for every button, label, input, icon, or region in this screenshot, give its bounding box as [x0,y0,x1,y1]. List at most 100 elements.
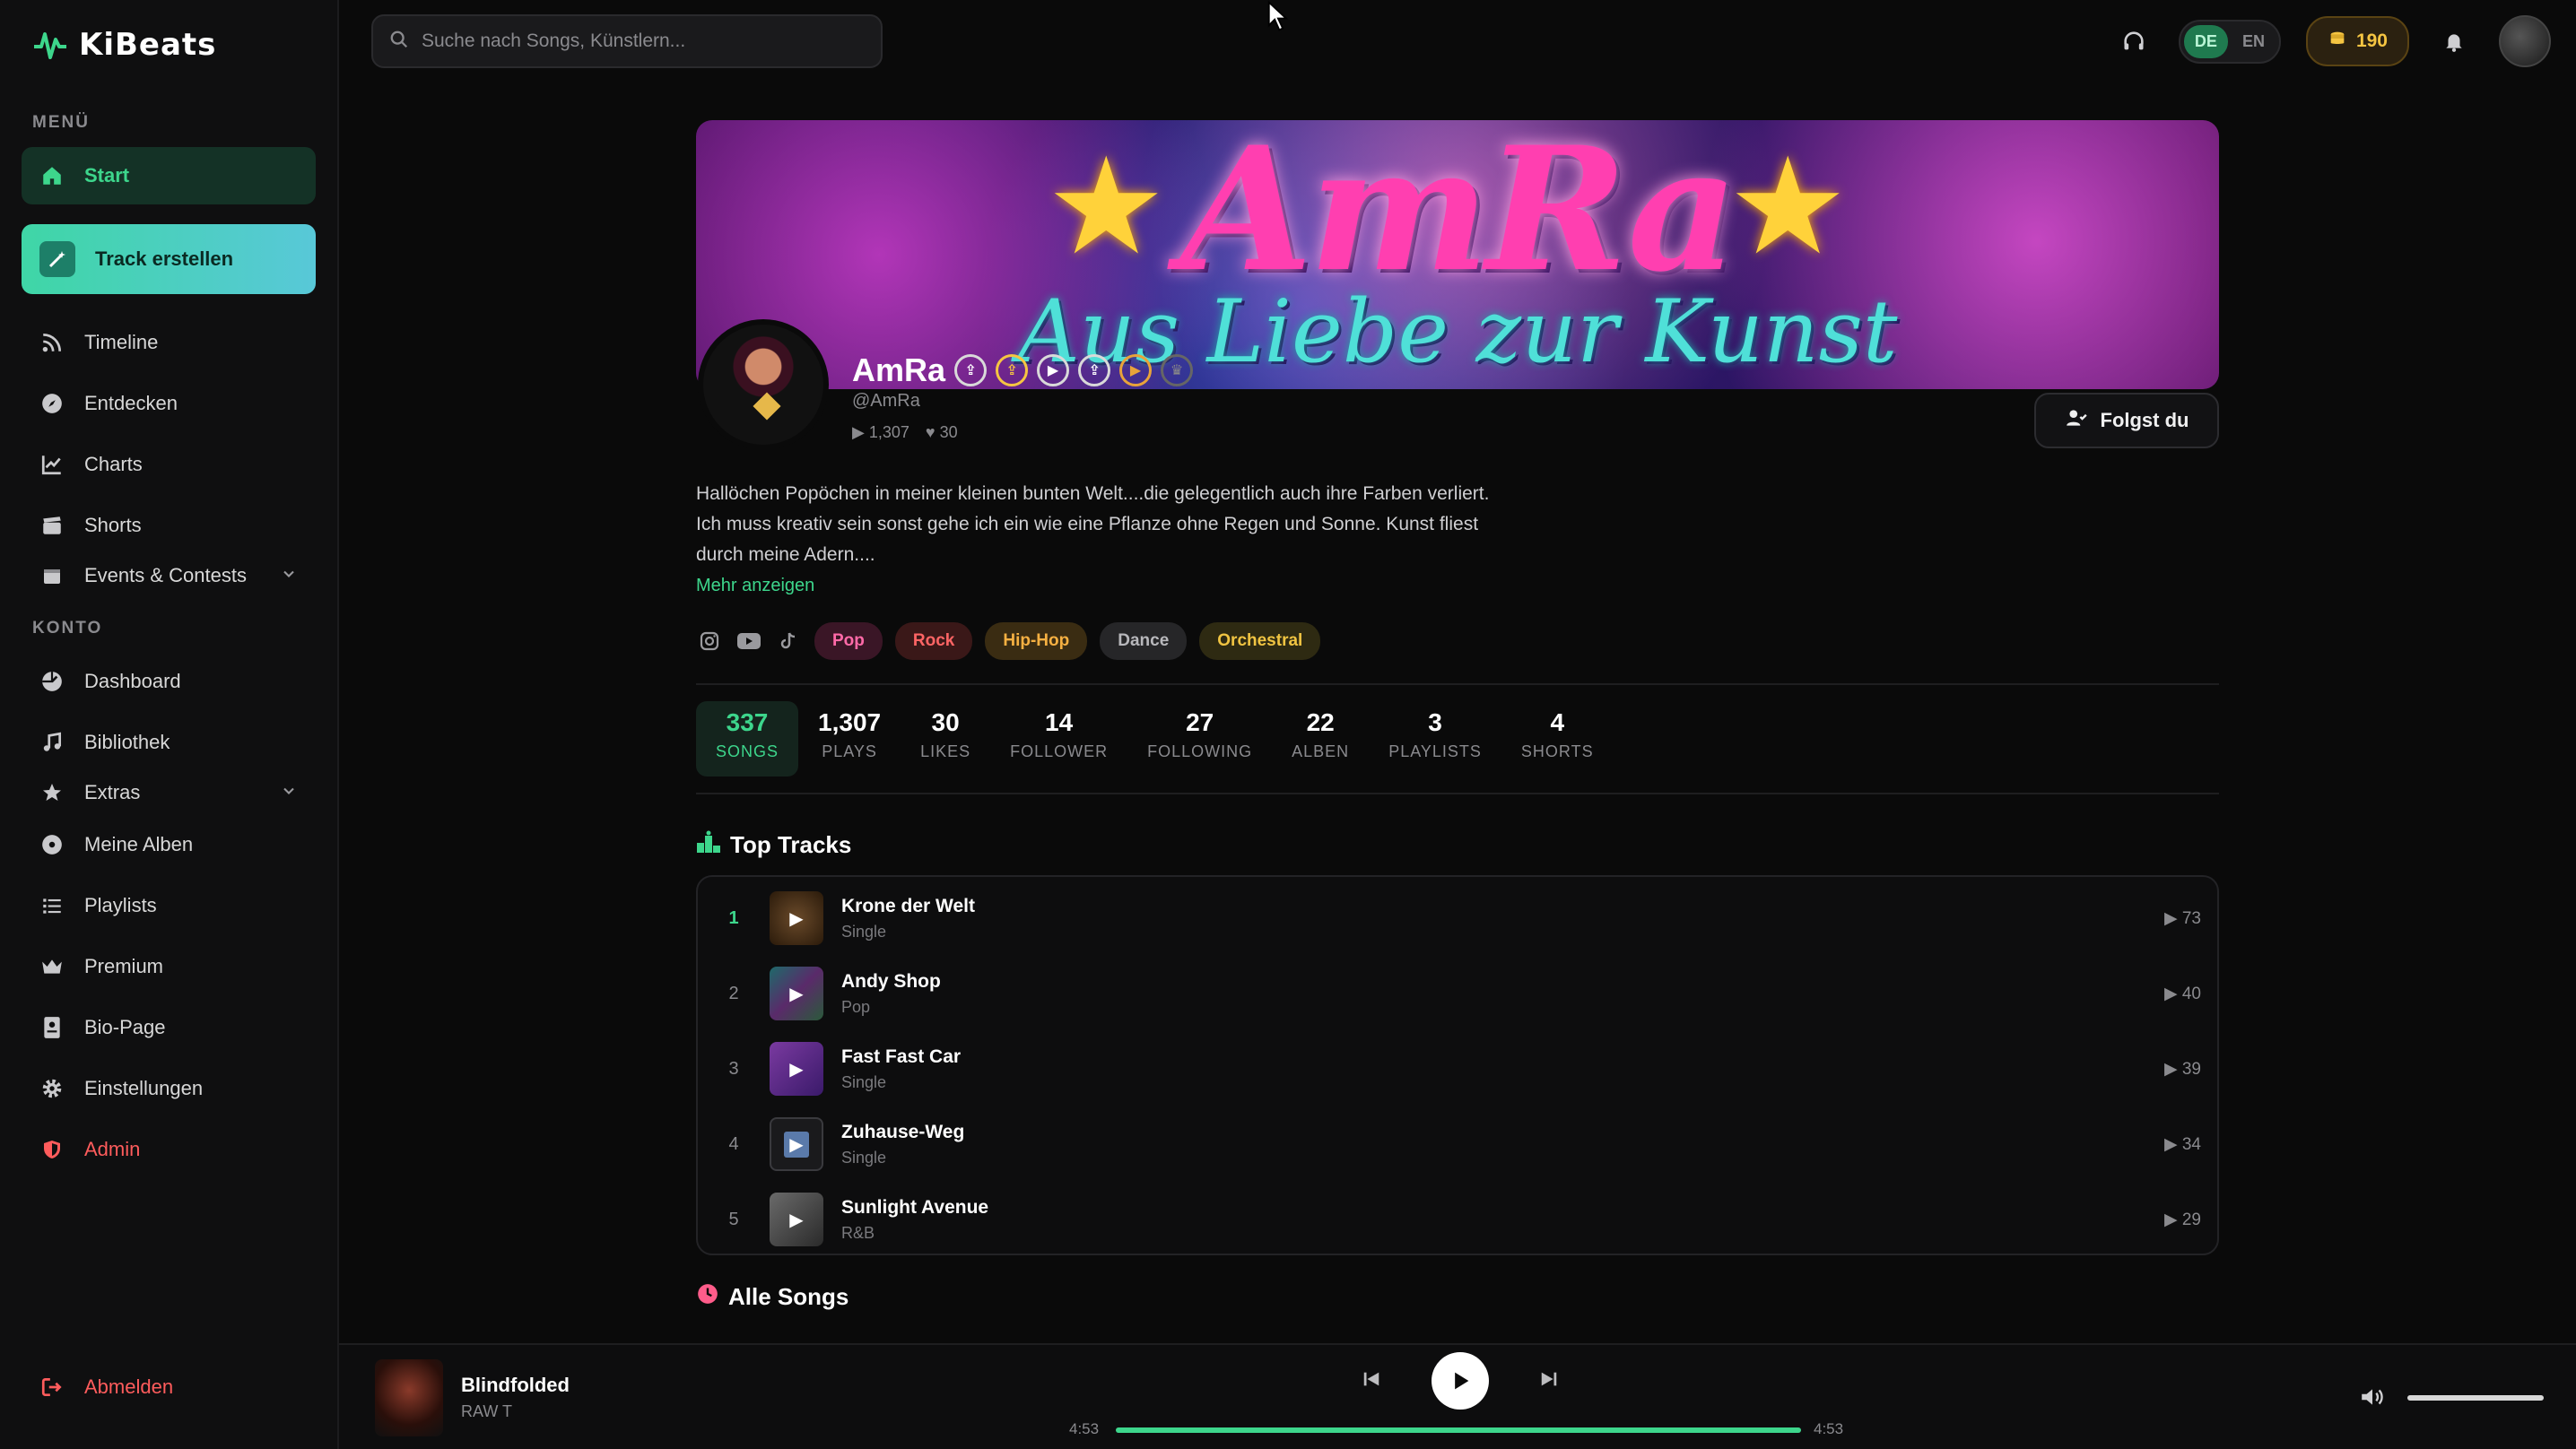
previous-icon[interactable] [1362,1367,1381,1395]
track-row[interactable]: 3 ▶ Fast Fast Car Single ▶ 39 [698,1031,2217,1106]
search-input[interactable] [422,30,852,52]
sidebar-item-label: Entdecken [84,392,178,414]
track-play-button[interactable]: ▶ [770,1042,823,1096]
stat-tab-follower[interactable]: 14 FOLLOWER [990,701,1127,777]
track-row[interactable]: 2 ▶ Andy Shop Pop ▶ 40 [698,956,2217,1031]
sidebar-item-extras[interactable]: Extras [22,764,316,821]
logo[interactable]: KiBeats [32,27,216,63]
upload-gold-badge-icon: ⇪ [996,354,1029,386]
track-info: Zuhause-Weg Single [841,1122,964,1167]
track-info: Fast Fast Car Single [841,1046,961,1092]
stat-label: PLAYS [822,742,877,760]
genre-tag[interactable]: Hip-Hop [985,622,1088,660]
profile-likes: 30 [939,423,958,441]
sidebar: KiBeats MENÜ Start Track erstellen Timel… [0,0,339,1449]
heart-icon: ♥ [925,423,936,441]
play-icon: ▶ [789,984,804,1004]
sidebar-item-bibliothek[interactable]: Bibliothek [22,714,316,771]
track-play-button[interactable]: ▶ [770,1193,823,1246]
headphones-icon[interactable] [2114,22,2154,61]
stat-num: 30 [931,708,960,736]
logout-button[interactable]: Abmelden [22,1358,316,1416]
stat-label: FOLLOWING [1147,742,1253,760]
profile-name: AmRa [852,351,946,388]
track-subtitle: R&B [841,1223,875,1242]
track-title: Andy Shop [841,970,941,992]
genre-tag[interactable]: Rock [894,622,973,660]
player-cover[interactable] [375,1359,443,1436]
clock-icon [696,1282,719,1312]
lang-de-button[interactable]: DE [2183,24,2228,58]
profile-stats-tabs: 337 SONGS 1,307 PLAYS 30 LIKES 14 FOLLOWER 2… [696,701,1614,777]
sidebar-item-playlists[interactable]: Playlists [22,877,316,934]
follow-button[interactable]: Folgst du [2034,393,2219,448]
genre-tag[interactable]: Orchestral [1199,622,1321,660]
logout-icon [39,1375,65,1400]
volume-slider[interactable] [2407,1395,2544,1401]
id-card-icon [39,1015,65,1040]
sidebar-item-meine-alben[interactable]: Meine Alben [22,816,316,873]
sidebar-item-label: Playlists [84,894,157,916]
track-row[interactable]: 4 ▶ Zuhause-Weg Single ▶ 34 [698,1106,2217,1182]
sidebar-item-label: Start [84,164,130,187]
track-play-count: 73 [2181,908,2201,928]
sidebar-item-charts[interactable]: Charts [22,436,316,493]
track-subtitle: Pop [841,997,871,1016]
top-tracks-title: Top Tracks [730,831,852,858]
track-play-button[interactable]: ▶ [770,967,823,1020]
stat-tab-alben[interactable]: 22 ALBEN [1272,701,1369,777]
track-info: Krone der Welt Single [841,896,975,941]
stat-tab-plays[interactable]: 1,307 PLAYS [798,701,901,777]
show-more-link[interactable]: Mehr anzeigen [696,576,814,596]
stat-tab-shorts[interactable]: 4 SHORTS [1501,701,1614,777]
stat-tab-following[interactable]: 27 FOLLOWING [1127,701,1272,777]
genre-tag[interactable]: Dance [1100,622,1188,660]
profile-name-row: AmRa ⇪ ⇪ ▶ ⇪ ▶ ♛ [852,351,1194,389]
play-badge-icon: ▶ [1037,354,1070,386]
next-icon[interactable] [1539,1367,1559,1395]
social-links: Pop Rock Hip-Hop Dance Orchestral [696,622,1321,660]
volume-icon[interactable] [2359,1384,2386,1414]
sidebar-item-premium[interactable]: Premium [22,938,316,995]
sidebar-item-start[interactable]: Start [22,147,316,204]
logout-label: Abmelden [84,1375,174,1398]
stat-tab-songs[interactable]: 337 SONGS [696,701,799,777]
track-play-count: 34 [2181,1134,2201,1154]
sidebar-item-dashboard[interactable]: Dashboard [22,653,316,710]
follow-label: Folgst du [2100,409,2189,431]
sidebar-item-shorts[interactable]: Shorts [22,497,316,554]
genre-tag[interactable]: Pop [814,622,883,660]
sidebar-item-label: Timeline [84,331,159,353]
tiktok-icon[interactable] [775,628,802,655]
track-play-button[interactable]: ▶ [770,1117,823,1171]
player-track-title[interactable]: Blindfolded [461,1374,570,1397]
stat-num: 337 [726,708,769,736]
player-progress-bar[interactable] [1116,1427,1801,1433]
coins-balance[interactable]: 190 [2305,16,2409,66]
player-track-artist[interactable]: RAW T [461,1402,512,1421]
top-tracks-heading: Top Tracks [696,830,851,860]
podium-icon [696,830,721,860]
track-play-button[interactable]: ▶ [770,891,823,945]
lang-en-button[interactable]: EN [2232,25,2276,58]
play-pause-button[interactable] [1432,1352,1489,1410]
track-rank: 3 [728,1058,739,1079]
youtube-icon[interactable] [735,628,762,655]
sidebar-item-bio-page[interactable]: Bio-Page [22,999,316,1056]
search-box[interactable] [371,14,883,68]
sidebar-item-admin[interactable]: Admin [22,1121,316,1178]
sidebar-item-events[interactable]: Events & Contests [22,547,316,604]
stat-label: FOLLOWER [1010,742,1109,760]
user-avatar[interactable] [2499,15,2551,67]
sidebar-item-timeline[interactable]: Timeline [22,314,316,371]
instagram-icon[interactable] [696,628,723,655]
sidebar-item-einstellungen[interactable]: Einstellungen [22,1060,316,1117]
track-row[interactable]: 5 ▶ Sunlight Avenue R&B ▶ 29 [698,1182,2217,1257]
sidebar-item-entdecken[interactable]: Entdecken [22,375,316,432]
sidebar-item-track-erstellen[interactable]: Track erstellen [22,224,316,294]
track-rank: 5 [728,1209,739,1229]
bell-icon[interactable] [2434,22,2474,61]
stat-tab-likes[interactable]: 30 LIKES [901,701,990,777]
stat-tab-playlists[interactable]: 3 PLAYLISTS [1369,701,1501,777]
track-row[interactable]: 1 ▶ Krone der Welt Single ▶ 73 [698,881,2217,956]
